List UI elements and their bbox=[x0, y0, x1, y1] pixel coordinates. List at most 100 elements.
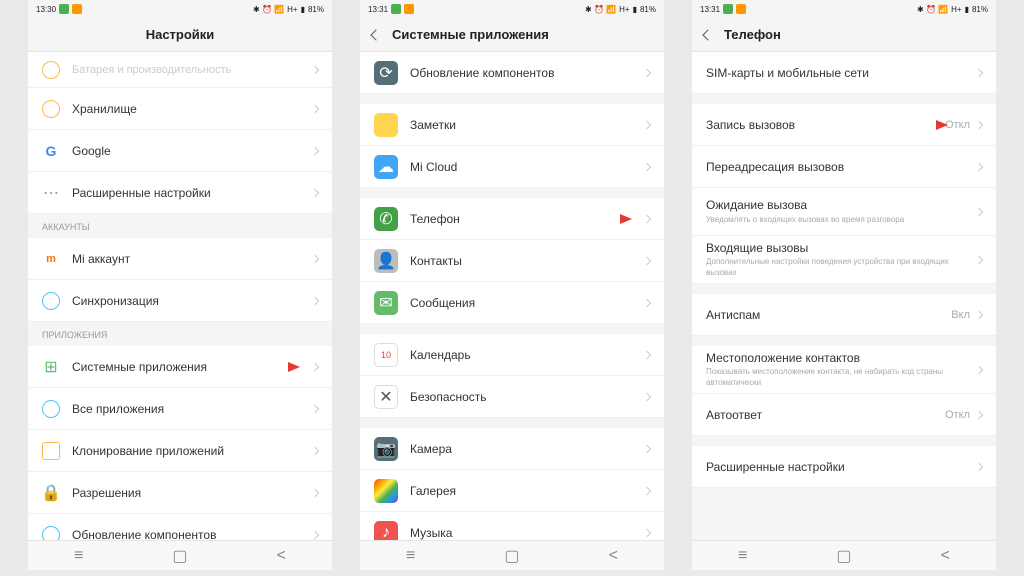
status-icons: ✱ ⏰ 📶 bbox=[253, 5, 284, 14]
nav-home-icon[interactable]: ▢ bbox=[505, 549, 519, 563]
label: Расширенные настройки bbox=[72, 186, 312, 200]
chevron-right-icon bbox=[643, 444, 651, 452]
row-clone-apps[interactable]: Клонирование приложений bbox=[28, 430, 332, 472]
label: Google bbox=[72, 144, 312, 158]
row-calendar[interactable]: 10 Календарь bbox=[360, 334, 664, 376]
label: SIM-карты и мобильные сети bbox=[706, 66, 976, 80]
screen-system-apps: 13:31 ✱ ⏰ 📶H+▮81% Системные приложения ⟳… bbox=[360, 0, 664, 570]
messages-icon: ✉ bbox=[374, 291, 398, 315]
row-system-apps[interactable]: ⊞ Системные приложения bbox=[28, 346, 332, 388]
nav-menu-icon[interactable]: ≡ bbox=[736, 549, 750, 563]
row-battery[interactable]: Батарея и производительность bbox=[28, 52, 332, 88]
row-call-forwarding[interactable]: Переадресация вызовов bbox=[692, 146, 996, 188]
row-gallery[interactable]: Галерея bbox=[360, 470, 664, 512]
label: Камера bbox=[410, 442, 644, 456]
label: Обновление компонентов bbox=[410, 66, 644, 80]
nav-back-icon[interactable]: < bbox=[938, 549, 952, 563]
navbar: ≡ ▢ < bbox=[692, 540, 996, 570]
chevron-right-icon bbox=[643, 486, 651, 494]
battery-icon: ▮ bbox=[965, 5, 969, 14]
chevron-right-icon bbox=[311, 296, 319, 304]
nav-home-icon[interactable]: ▢ bbox=[173, 549, 187, 563]
nav-home-icon[interactable]: ▢ bbox=[837, 549, 851, 563]
status-icons: ✱ ⏰ 📶 bbox=[917, 5, 948, 14]
label: Запись вызовов bbox=[706, 118, 945, 132]
label: Системные приложения bbox=[72, 360, 312, 374]
row-auto-answer[interactable]: Автоответ Откл bbox=[692, 394, 996, 436]
row-contacts[interactable]: 👤 Контакты bbox=[360, 240, 664, 282]
label: Mi аккаунт bbox=[72, 252, 312, 266]
cloud-icon: ☁ bbox=[374, 155, 398, 179]
nav-menu-icon[interactable]: ≡ bbox=[72, 549, 86, 563]
sublabel: Дополнительные настройки поведения устро… bbox=[706, 257, 976, 278]
gallery-icon bbox=[374, 479, 398, 503]
chevron-right-icon bbox=[975, 255, 983, 263]
row-advanced[interactable]: ⋯ Расширенные настройки bbox=[28, 172, 332, 214]
label: Антиспам bbox=[706, 308, 951, 322]
row-camera[interactable]: 📷 Камера bbox=[360, 428, 664, 470]
nav-back-icon[interactable]: < bbox=[606, 549, 620, 563]
chevron-right-icon bbox=[643, 68, 651, 76]
status-badge-1 bbox=[59, 4, 69, 14]
chevron-right-icon bbox=[311, 104, 319, 112]
row-google[interactable]: G Google bbox=[28, 130, 332, 172]
back-icon[interactable] bbox=[370, 29, 381, 40]
contacts-icon: 👤 bbox=[374, 249, 398, 273]
row-advanced-settings[interactable]: Расширенные настройки bbox=[692, 446, 996, 488]
notes-icon bbox=[374, 113, 398, 137]
chevron-right-icon bbox=[311, 65, 319, 73]
row-sim[interactable]: SIM-карты и мобильные сети bbox=[692, 52, 996, 94]
status-badge-2 bbox=[736, 4, 746, 14]
page-title: Системные приложения bbox=[392, 27, 549, 42]
row-call-waiting[interactable]: Ожидание вызова Уведомлять о входящих вы… bbox=[692, 188, 996, 236]
battery-perf-icon bbox=[42, 61, 60, 79]
page-title: Телефон bbox=[724, 27, 781, 42]
row-call-recording[interactable]: Запись вызовов Откл bbox=[692, 104, 996, 146]
section-accounts: АККАУНТЫ bbox=[28, 214, 332, 238]
titlebar: Настройки bbox=[28, 18, 332, 52]
row-mi-account[interactable]: m Mi аккаунт bbox=[28, 238, 332, 280]
row-update-components[interactable]: ⟳ Обновление компонентов bbox=[360, 52, 664, 94]
navbar: ≡ ▢ < bbox=[28, 540, 332, 570]
chevron-right-icon bbox=[975, 365, 983, 373]
row-storage[interactable]: Хранилище bbox=[28, 88, 332, 130]
status-badge-2 bbox=[404, 4, 414, 14]
row-antispam[interactable]: Антиспам Вкл bbox=[692, 294, 996, 336]
update-icon: ⟳ bbox=[374, 61, 398, 85]
row-incoming-calls[interactable]: Входящие вызовы Дополнительные настройки… bbox=[692, 236, 996, 284]
back-icon[interactable] bbox=[702, 29, 713, 40]
row-permissions[interactable]: 🔒 Разрешения bbox=[28, 472, 332, 514]
row-sync[interactable]: Синхронизация bbox=[28, 280, 332, 322]
status-badge-1 bbox=[723, 4, 733, 14]
label: Все приложения bbox=[72, 402, 312, 416]
label: Хранилище bbox=[72, 102, 312, 116]
chevron-right-icon bbox=[311, 404, 319, 412]
status-net: H+ bbox=[951, 5, 961, 14]
row-notes[interactable]: Заметки bbox=[360, 104, 664, 146]
status-time: 13:31 bbox=[368, 5, 388, 14]
security-icon: ✕ bbox=[374, 385, 398, 409]
row-all-apps[interactable]: Все приложения bbox=[28, 388, 332, 430]
value: Откл bbox=[945, 409, 970, 421]
nav-menu-icon[interactable]: ≡ bbox=[404, 549, 418, 563]
row-phone[interactable]: ✆ Телефон bbox=[360, 198, 664, 240]
value: Вкл bbox=[951, 309, 970, 321]
status-battery: 81% bbox=[640, 5, 656, 14]
calendar-icon: 10 bbox=[374, 343, 398, 367]
mi-icon: m bbox=[42, 250, 60, 268]
camera-icon: 📷 bbox=[374, 437, 398, 461]
label: Клонирование приложений bbox=[72, 444, 312, 458]
chevron-right-icon bbox=[975, 120, 983, 128]
row-messages[interactable]: ✉ Сообщения bbox=[360, 282, 664, 324]
battery-icon: ▮ bbox=[301, 5, 305, 14]
row-security[interactable]: ✕ Безопасность bbox=[360, 376, 664, 418]
row-micloud[interactable]: ☁ Mi Cloud bbox=[360, 146, 664, 188]
label: Расширенные настройки bbox=[706, 460, 976, 474]
grid-icon: ⊞ bbox=[42, 358, 60, 376]
titlebar: Телефон bbox=[692, 18, 996, 52]
row-contact-location[interactable]: Местоположение контактов Показывать мест… bbox=[692, 346, 996, 394]
sublabel: Показывать местоположение контакта, не н… bbox=[706, 367, 976, 388]
label: Местоположение контактов bbox=[706, 351, 976, 367]
nav-back-icon[interactable]: < bbox=[274, 549, 288, 563]
dots-icon: ⋯ bbox=[42, 184, 60, 202]
